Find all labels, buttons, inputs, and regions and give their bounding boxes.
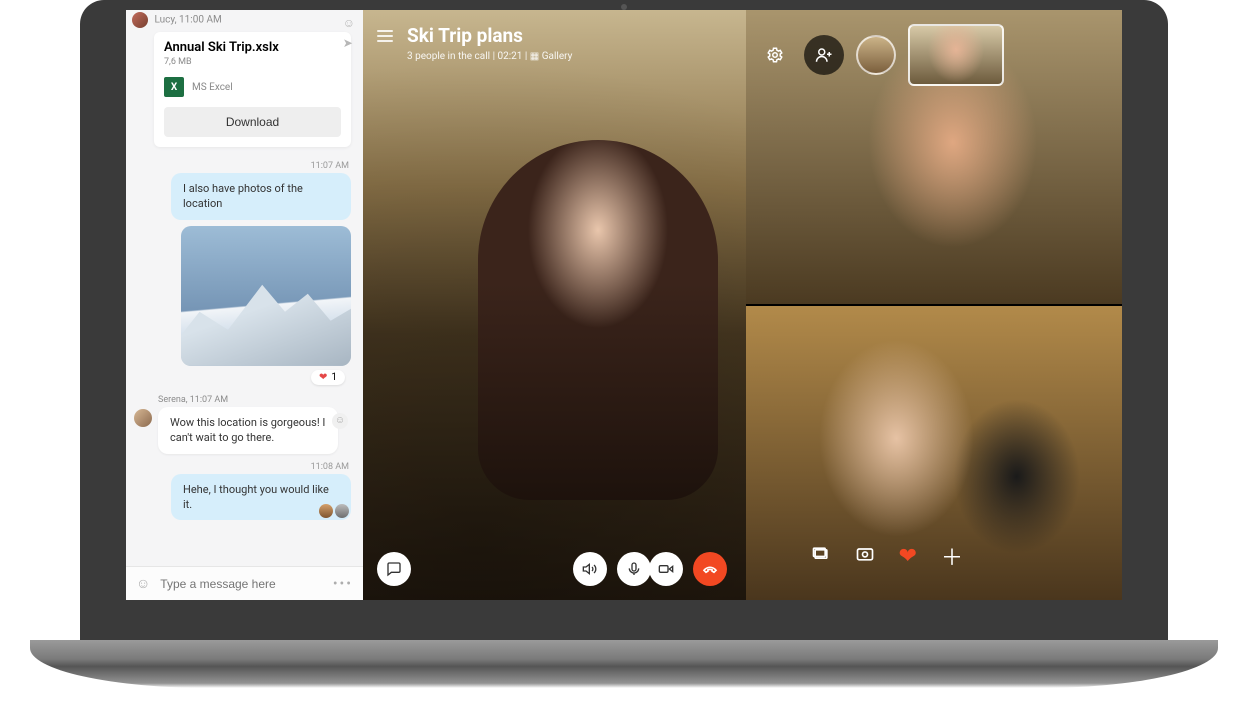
menu-icon[interactable] (377, 24, 393, 42)
seen-avatar-2 (335, 504, 349, 518)
send-icon[interactable]: ➤ (343, 36, 355, 50)
speaker-button[interactable] (573, 552, 607, 586)
sender-lucy-header: Lucy, 11:00 AM (126, 10, 363, 30)
mic-button[interactable] (617, 552, 651, 586)
message-out-1[interactable]: I also have photos of the location (171, 173, 351, 220)
sender-serena-label: Serena, 11:07 AM (158, 393, 338, 407)
laptop-base (30, 640, 1218, 688)
react-button[interactable]: ☺ (332, 413, 348, 429)
photo-attachment[interactable] (181, 226, 351, 366)
avatar-serena (134, 409, 152, 427)
file-app-name: MS Excel (192, 82, 233, 93)
timestamp-1108: 11:08 AM (126, 460, 363, 474)
file-attachment-card[interactable]: Annual Ski Trip.xslx 7,6 MB X MS Excel D… (154, 32, 351, 147)
settings-icon[interactable] (758, 38, 792, 72)
call-header: Ski Trip plans 3 people in the call | 02… (377, 24, 572, 62)
reaction-count: 1 (331, 372, 337, 383)
reaction-pill[interactable]: ❤ 1 (311, 370, 345, 385)
message-in-1-text: Wow this location is gorgeous! I can't w… (170, 416, 325, 444)
participant-avatar-badge[interactable] (856, 35, 896, 75)
message-composer: ☺ ••• (126, 566, 363, 600)
mountain-photo-content (181, 276, 351, 366)
add-person-icon[interactable] (804, 35, 844, 75)
download-button[interactable]: Download (164, 107, 341, 137)
chat-pane: ☺ ➤ Lucy, 11:00 AM Annual Ski Trip.xslx … (126, 10, 363, 600)
message-input[interactable] (160, 577, 323, 591)
camera-button[interactable] (649, 552, 683, 586)
sender-lucy-label: Lucy, 11:00 AM (154, 15, 221, 26)
composer-more-icon[interactable]: ••• (333, 576, 353, 592)
seen-avatar-1 (319, 504, 333, 518)
timestamp-1107: 11:07 AM (126, 159, 363, 173)
hangup-button[interactable] (693, 552, 727, 586)
participant-tile-2[interactable] (746, 306, 1122, 600)
heart-icon: ❤ (319, 372, 327, 383)
call-top-actions (758, 24, 1004, 86)
participant-tile-1[interactable] (746, 10, 1122, 304)
emoji-picker-icon[interactable]: ☺ (136, 575, 150, 592)
call-subtitle: 3 people in the call | 02:21 | ▦ Gallery (407, 51, 572, 62)
main-video-tile: Ski Trip plans 3 people in the call | 02… (363, 10, 746, 600)
file-name: Annual Ski Trip.xslx (164, 40, 341, 55)
laptop-frame: ☺ ➤ Lucy, 11:00 AM Annual Ski Trip.xslx … (80, 0, 1168, 660)
app-screen: ☺ ➤ Lucy, 11:00 AM Annual Ski Trip.xslx … (126, 10, 1122, 600)
video-grid-right (746, 10, 1122, 600)
chat-header-actions: ☺ ➤ (343, 16, 355, 50)
call-pane: Ski Trip plans 3 people in the call | 02… (363, 10, 1122, 600)
avatar-lucy (132, 12, 148, 28)
message-in-1[interactable]: Wow this location is gorgeous! I can't w… (158, 407, 338, 454)
react-icon[interactable]: ☺ (343, 16, 355, 30)
excel-icon: X (164, 77, 184, 97)
file-app-row: X MS Excel (164, 77, 341, 97)
self-view[interactable] (908, 24, 1004, 86)
call-title: Ski Trip plans (407, 24, 572, 47)
file-size: 7,6 MB (164, 57, 341, 67)
chat-toggle-button[interactable] (377, 552, 411, 586)
